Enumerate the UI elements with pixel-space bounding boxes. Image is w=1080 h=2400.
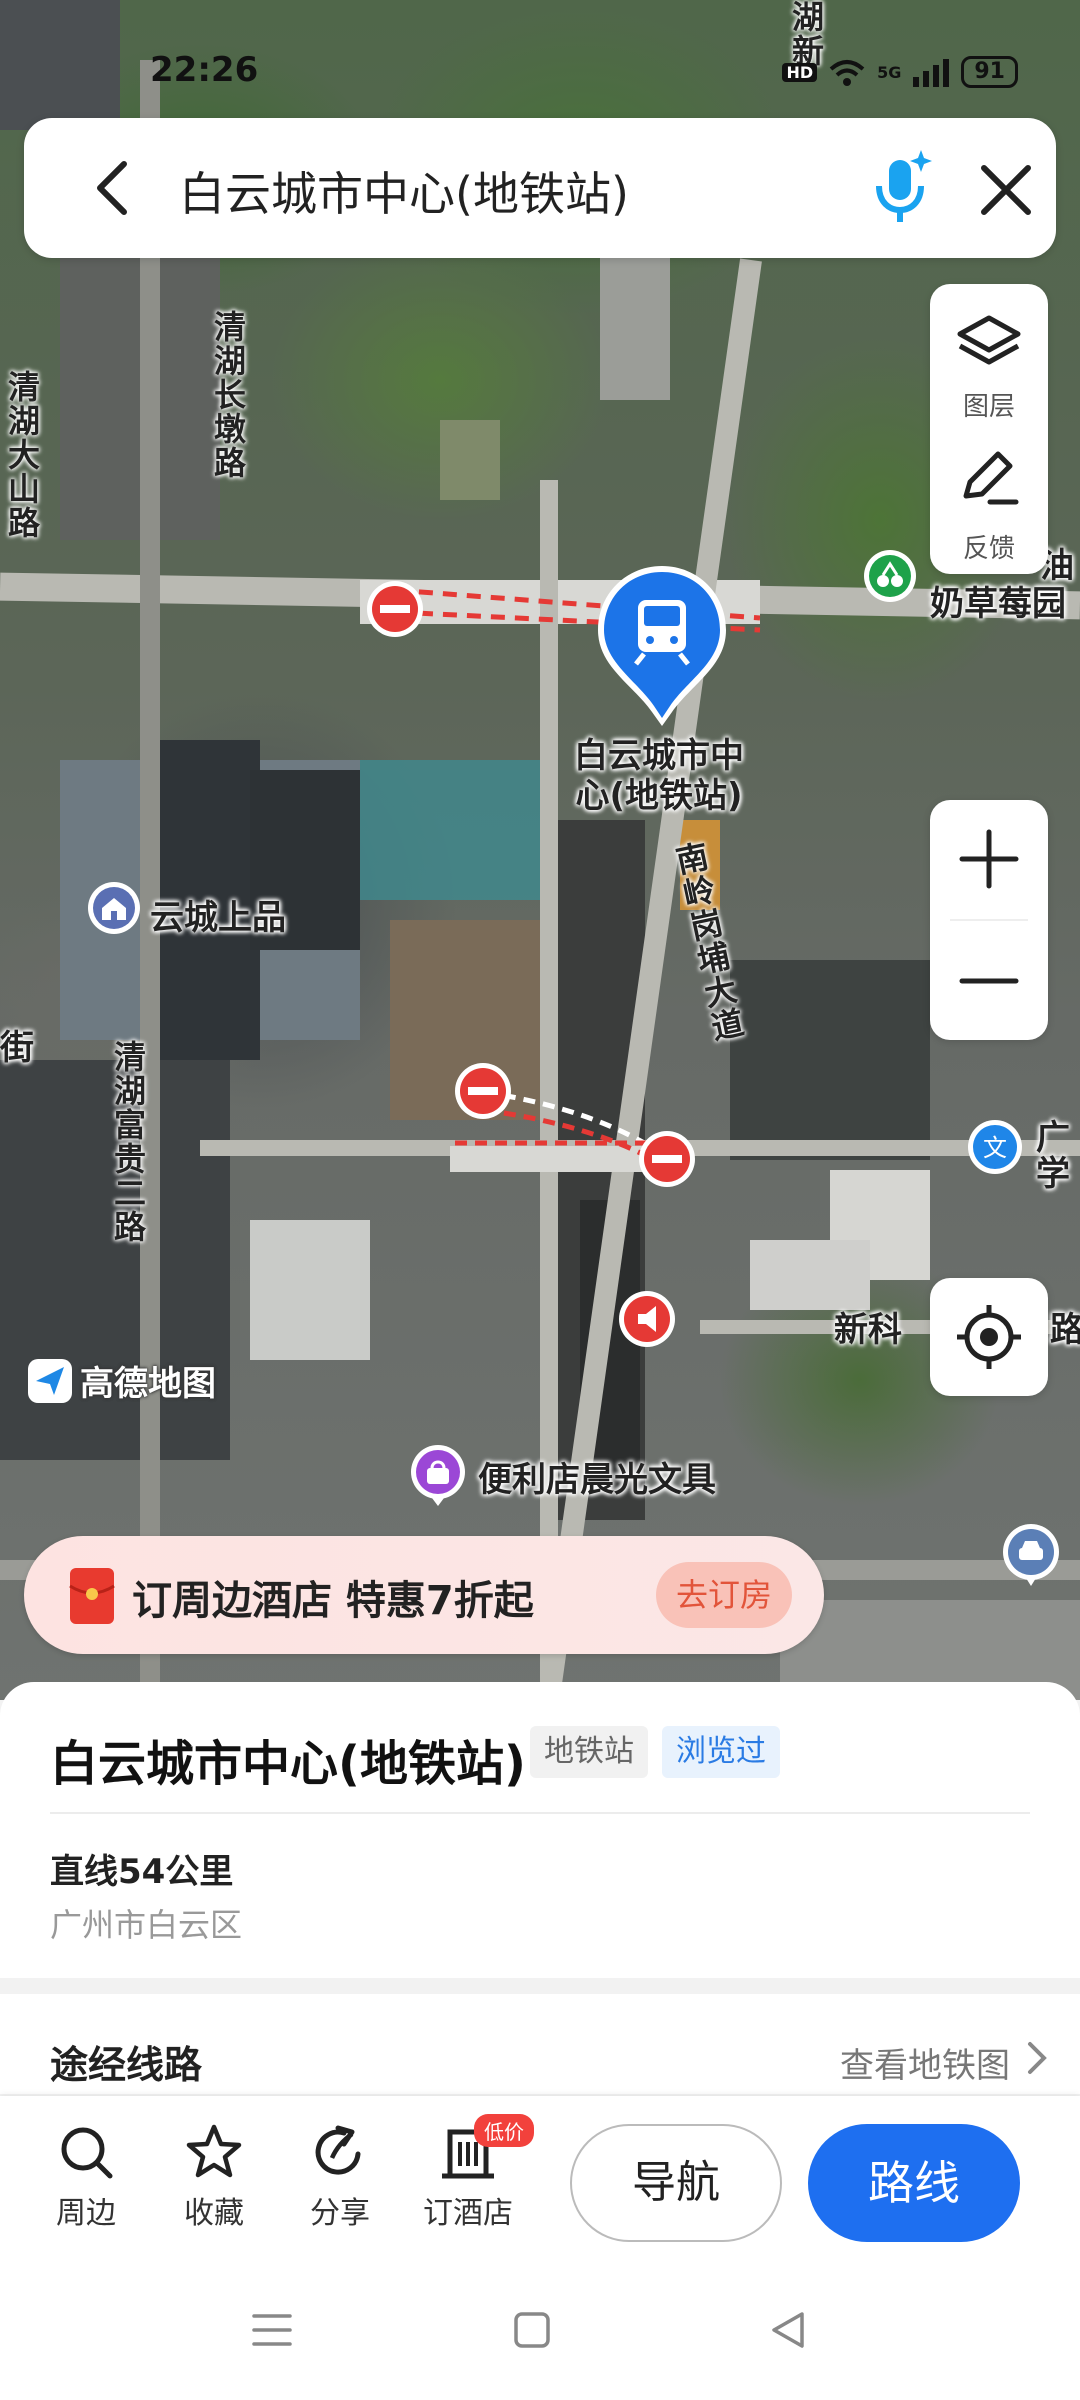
status-icons: HD 5G 91 xyxy=(782,56,1018,88)
amap-logo: 高德地图 xyxy=(26,1356,216,1405)
share-button[interactable]: 分享 xyxy=(290,2122,390,2232)
layers-button[interactable]: 图层 xyxy=(930,294,1048,434)
hotel-label: 订酒店 xyxy=(423,2196,513,2231)
place-district: 广州市白云区 xyxy=(50,1906,243,1944)
status-bar: 22:26 HD 5G 91 xyxy=(0,48,1080,98)
routes-section-title: 途经线路 xyxy=(50,2043,203,2087)
road-label: 清湖长墩路 xyxy=(213,308,246,482)
divider xyxy=(50,1812,1030,1814)
red-envelope-icon xyxy=(69,1568,115,1624)
wifi-icon xyxy=(829,60,865,86)
road-label: 路 xyxy=(1050,1310,1080,1350)
book-hotel-action[interactable]: 低价 订酒店 xyxy=(418,2114,534,2232)
road-label: 街 xyxy=(0,1028,34,1068)
road-closed-icon[interactable] xyxy=(364,578,426,640)
search-query-text[interactable]: 白云城市中心(地铁站) xyxy=(179,158,629,224)
place-distance: 直线54公里 xyxy=(50,1852,234,1892)
route-button[interactable]: 路线 xyxy=(808,2124,1020,2242)
back-icon[interactable] xyxy=(84,156,144,220)
share-icon xyxy=(315,2125,361,2175)
status-time: 22:26 xyxy=(150,50,259,90)
zoom-in-icon[interactable] xyxy=(956,826,1022,892)
svg-text:文: 文 xyxy=(983,1134,1007,1162)
feedback-label: 反馈 xyxy=(962,534,1015,564)
amap-logo-icon xyxy=(28,1358,72,1403)
traffic-notice-icon[interactable] xyxy=(616,1288,678,1350)
feedback-edit-icon xyxy=(963,451,1019,505)
zoom-controls xyxy=(930,800,1048,1040)
share-label: 分享 xyxy=(310,2196,370,2231)
feedback-button[interactable]: 反馈 xyxy=(930,436,1048,576)
fruit-garden-poi-icon[interactable] xyxy=(862,548,918,604)
system-navigation-bar xyxy=(0,2264,1080,2400)
promo-text: 订周边酒店 特惠7折起 xyxy=(132,1578,534,1624)
place-type-tag: 地铁站 xyxy=(530,1726,648,1778)
locate-crosshair-icon xyxy=(957,1305,1021,1369)
nearby-label: 周边 xyxy=(56,2196,116,2231)
road-closed-icon[interactable] xyxy=(452,1060,514,1122)
voice-assistant-icon[interactable] xyxy=(869,146,933,230)
bottom-action-bar: 周边 收藏 分享 低价 订酒店 导航 路线 xyxy=(0,2096,1080,2264)
layers-label: 图层 xyxy=(962,392,1015,422)
parking-poi-icon[interactable] xyxy=(1000,1522,1062,1588)
poi-label[interactable]: 奶草莓园 xyxy=(930,576,1066,625)
routes-section-header: 途经线路 查看地铁图 xyxy=(0,1994,1080,2094)
favorite-label: 收藏 xyxy=(184,2196,244,2231)
book-hotel-button[interactable]: 去订房 xyxy=(656,1562,792,1628)
residential-poi-icon[interactable] xyxy=(86,880,142,936)
hd-icon: HD xyxy=(782,62,818,82)
map-tools-panel: 图层 反馈 xyxy=(930,284,1048,574)
battery-indicator: 91 xyxy=(961,56,1018,88)
road-closed-icon[interactable] xyxy=(636,1128,698,1190)
layers-icon xyxy=(957,315,1021,365)
search-icon xyxy=(61,2127,113,2179)
station-map-label: 白云城市中 心(地铁站) xyxy=(574,736,744,816)
poi-label[interactable]: 云城上品 xyxy=(150,890,286,939)
place-detail-sheet[interactable]: 白云城市中心(地铁站) 地铁站 浏览过 直线54公里 广州市白云区 xyxy=(0,1682,1080,1978)
locate-me-button[interactable] xyxy=(930,1278,1048,1396)
signal-bars-icon xyxy=(913,59,950,87)
home-icon[interactable] xyxy=(510,2308,554,2352)
road-label: 新科 xyxy=(834,1310,902,1350)
low-price-badge: 低价 xyxy=(474,2114,534,2147)
chevron-right-icon[interactable] xyxy=(1022,2038,1052,2078)
nearby-button[interactable]: 周边 xyxy=(36,2122,136,2232)
road-label: 清湖大山路 xyxy=(7,368,40,542)
hotel-promo-banner[interactable]: 订周边酒店 特惠7折起 去订房 xyxy=(24,1536,824,1654)
navigate-button[interactable]: 导航 xyxy=(570,2124,782,2242)
search-bar[interactable]: 白云城市中心(地铁站) xyxy=(24,118,1056,258)
poi-label: 学 xyxy=(1036,1154,1070,1194)
back-nav-icon[interactable] xyxy=(766,2308,810,2352)
poi-label[interactable]: 便利店晨光文具 xyxy=(478,1452,716,1501)
star-icon xyxy=(186,2124,242,2178)
signal-5g-label: 5G xyxy=(877,62,902,82)
zoom-out-icon[interactable] xyxy=(956,948,1022,1014)
subway-station-marker-icon[interactable] xyxy=(592,562,732,728)
road-label: 清湖富贵二路 xyxy=(113,1038,146,1246)
view-subway-map-link[interactable]: 查看地铁图 xyxy=(840,2038,1010,2087)
favorite-button[interactable]: 收藏 xyxy=(164,2122,264,2232)
zoom-divider xyxy=(950,919,1028,921)
close-icon[interactable] xyxy=(974,158,1038,222)
school-poi-icon[interactable]: 文 xyxy=(966,1118,1024,1176)
shop-poi-icon[interactable] xyxy=(408,1444,468,1508)
visited-tag: 浏览过 xyxy=(662,1726,780,1778)
menu-icon[interactable] xyxy=(250,2308,294,2352)
place-name: 白云城市中心(地铁站) xyxy=(50,1736,526,1792)
